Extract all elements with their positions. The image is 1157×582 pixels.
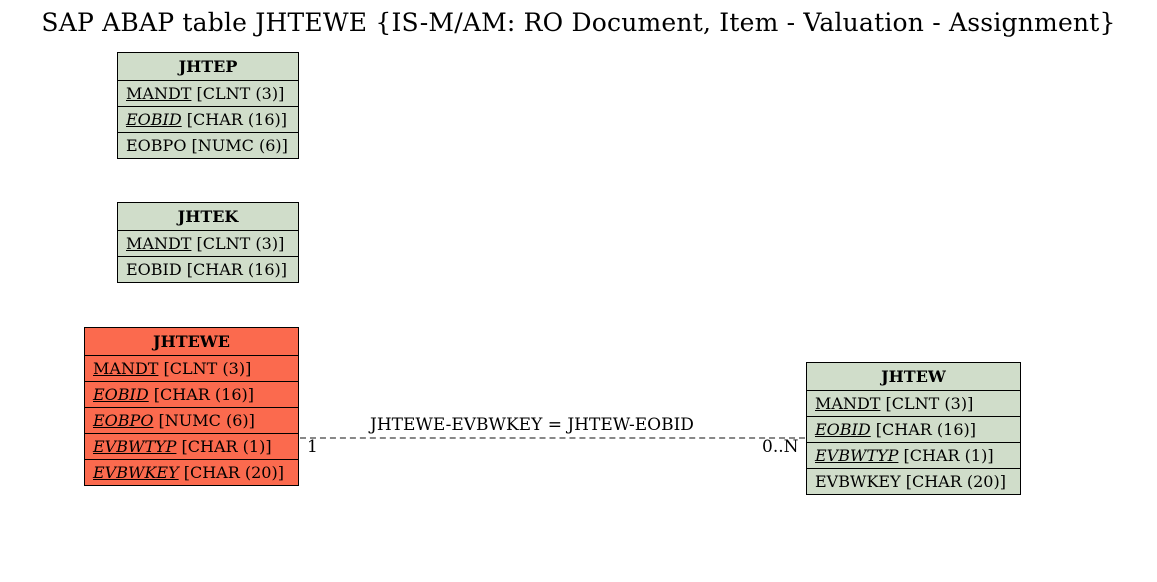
entity-jhtewe-field: EOBPO [NUMC (6)] <box>85 408 298 434</box>
entity-jhtep: JHTEP MANDT [CLNT (3)] EOBID [CHAR (16)]… <box>117 52 299 159</box>
cardinality-right: 0..N <box>762 437 799 457</box>
page-title: SAP ABAP table JHTEWE {IS-M/AM: RO Docum… <box>0 0 1157 37</box>
entity-jhtek-header: JHTEK <box>118 203 298 231</box>
entity-jhtek-field: MANDT [CLNT (3)] <box>118 231 298 257</box>
entity-jhtewe-field: MANDT [CLNT (3)] <box>85 356 298 382</box>
entity-jhtewe-field: EOBID [CHAR (16)] <box>85 382 298 408</box>
entity-jhtek: JHTEK MANDT [CLNT (3)] EOBID [CHAR (16)] <box>117 202 299 283</box>
entity-jhtewe-field: EVBWKEY [CHAR (20)] <box>85 460 298 485</box>
er-diagram-canvas: JHTEP MANDT [CLNT (3)] EOBID [CHAR (16)]… <box>0 37 1157 582</box>
relationship-line <box>300 437 805 439</box>
cardinality-left: 1 <box>307 437 318 457</box>
entity-jhtew-field: EVBWKEY [CHAR (20)] <box>807 469 1020 494</box>
entity-jhtewe-field: EVBWTYP [CHAR (1)] <box>85 434 298 460</box>
entity-jhtew-header: JHTEW <box>807 363 1020 391</box>
entity-jhtewe-header: JHTEWE <box>85 328 298 356</box>
entity-jhtew: JHTEW MANDT [CLNT (3)] EOBID [CHAR (16)]… <box>806 362 1021 495</box>
entity-jhtek-field: EOBID [CHAR (16)] <box>118 257 298 282</box>
relationship-label: JHTEWE-EVBWKEY = JHTEW-EOBID <box>370 415 694 435</box>
entity-jhtew-field: MANDT [CLNT (3)] <box>807 391 1020 417</box>
entity-jhtep-header: JHTEP <box>118 53 298 81</box>
entity-jhtew-field: EOBID [CHAR (16)] <box>807 417 1020 443</box>
entity-jhtewe: JHTEWE MANDT [CLNT (3)] EOBID [CHAR (16)… <box>84 327 299 486</box>
entity-jhtep-field: EOBPO [NUMC (6)] <box>118 133 298 158</box>
entity-jhtep-field: MANDT [CLNT (3)] <box>118 81 298 107</box>
entity-jhtew-field: EVBWTYP [CHAR (1)] <box>807 443 1020 469</box>
entity-jhtep-field: EOBID [CHAR (16)] <box>118 107 298 133</box>
